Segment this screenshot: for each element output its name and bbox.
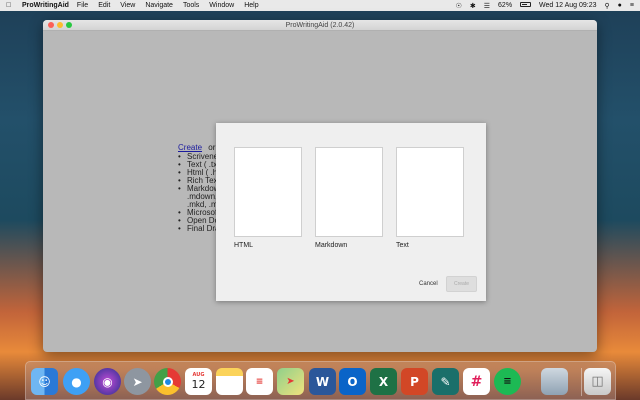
notification-center-icon[interactable]: ≡ — [630, 2, 634, 9]
powerpoint-icon[interactable]: P — [401, 368, 428, 395]
clock[interactable]: Wed 12 Aug 09:23 — [539, 2, 596, 9]
battery-percent[interactable]: 62% — [498, 2, 512, 9]
calendar-day: 12 — [191, 378, 206, 391]
create-link[interactable]: Create — [178, 143, 202, 152]
fullscreen-window-icon[interactable] — [66, 22, 72, 28]
window-title: ProWritingAid (2.0.42) — [285, 21, 355, 29]
text-preview-box[interactable] — [396, 147, 464, 237]
title-bar: ProWritingAid (2.0.42) — [43, 20, 597, 31]
option-label: Markdown — [315, 242, 348, 249]
option-label: Text — [396, 242, 409, 249]
markdown-preview-box[interactable] — [315, 147, 383, 237]
wifi-icon[interactable]: ☰ — [484, 2, 490, 10]
excel-icon[interactable]: X — [370, 368, 397, 395]
window-controls — [48, 22, 75, 28]
outlook-icon[interactable]: O — [339, 368, 366, 395]
spotlight-icon[interactable]: ⚲ — [605, 2, 610, 10]
spotify-icon[interactable]: ≡ — [494, 368, 521, 395]
or-text: or — [208, 143, 216, 152]
dock-separator — [581, 368, 582, 396]
menu-tools[interactable]: Tools — [183, 2, 199, 9]
chrome-icon[interactable] — [154, 368, 181, 395]
status-area: ☉ ✱ ☰ 62% Wed 12 Aug 09:23 ⚲ ● ≡ — [448, 2, 634, 10]
bluetooth-icon[interactable]: ✱ — [470, 2, 476, 10]
menu-file[interactable]: File — [77, 2, 88, 9]
main-content: Create or • Scrivener • Text ( .tx • Html (… — [43, 31, 597, 352]
app-window: ProWritingAid (2.0.42) Create or • Scrive… — [43, 20, 597, 352]
option-label: HTML — [234, 242, 254, 249]
trash-icon[interactable]: ◫ — [584, 368, 611, 395]
menu-app-name[interactable]: ProWritingAid — [22, 2, 69, 9]
menu-edit[interactable]: Edit — [98, 2, 110, 9]
cancel-button[interactable]: Cancel — [419, 281, 438, 287]
user-avatar-icon[interactable]: ● — [618, 2, 622, 9]
menu-window[interactable]: Window — [209, 2, 234, 9]
dock: ☺ ● ◉ ➤ AUG 12 ≡ ➤ W O X P ✎ # ≡ ◫ — [25, 361, 616, 400]
slack-icon[interactable]: # — [463, 368, 490, 395]
start-panel: Create or • Scrivener • Text ( .tx • Html (… — [178, 143, 221, 233]
calendar-icon[interactable]: AUG 12 — [185, 368, 212, 395]
menu-navigate[interactable]: Navigate — [145, 2, 173, 9]
finder-icon[interactable]: ☺ — [31, 368, 58, 395]
notes-icon[interactable] — [216, 368, 243, 395]
minimize-window-icon[interactable] — [57, 22, 63, 28]
list-item: • Final Dra — [178, 224, 220, 233]
creative-cloud-icon[interactable]: ☉ — [456, 2, 462, 10]
siri-icon[interactable]: ◉ — [94, 368, 121, 395]
messages-icon[interactable]: ● — [63, 368, 90, 395]
option-html[interactable]: HTML — [234, 147, 302, 249]
apple-menu-icon[interactable]:  — [6, 2, 16, 9]
create-button[interactable]: Create — [446, 276, 477, 292]
option-text[interactable]: Text — [396, 147, 464, 249]
word-icon[interactable]: W — [309, 368, 336, 395]
supported-formats-list: • Scrivener • Text ( .tx • Html ( .h • Rich … — [178, 153, 221, 233]
option-markdown[interactable]: Markdown — [315, 147, 383, 249]
new-document-dialog: HTML Markdown Text Cancel Create — [216, 123, 486, 301]
reminders-icon[interactable]: ≡ — [246, 368, 273, 395]
menu-bar:  ProWritingAid File Edit View Navigate … — [0, 0, 640, 11]
prowritingaid-icon[interactable]: ✎ — [432, 368, 459, 395]
preview-icon[interactable] — [541, 368, 568, 395]
html-preview-box[interactable] — [234, 147, 302, 237]
close-window-icon[interactable] — [48, 22, 54, 28]
menu-help[interactable]: Help — [244, 2, 258, 9]
maps-icon[interactable]: ➤ — [277, 368, 304, 395]
launchpad-icon[interactable]: ➤ — [124, 368, 151, 395]
menu-view[interactable]: View — [120, 2, 135, 9]
battery-icon[interactable] — [520, 2, 532, 9]
